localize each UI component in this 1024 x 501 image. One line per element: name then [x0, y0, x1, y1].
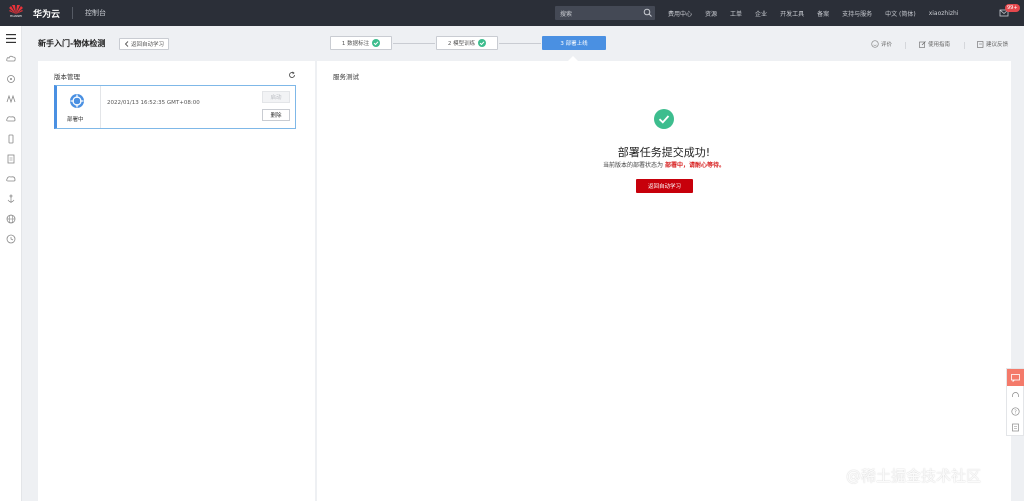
step-label: 3 部署上线 [560, 41, 588, 47]
phone-icon[interactable] [5, 133, 17, 145]
floating-toolbar: ? [1006, 368, 1024, 436]
edit-icon [919, 40, 926, 48]
clock-icon[interactable] [5, 233, 17, 245]
return-to-autolearning-button[interactable]: 返回自动学习 [636, 179, 693, 193]
step-label: 2 模型训练 [447, 41, 476, 47]
nav-icp[interactable]: 备案 [817, 9, 829, 18]
cloud-server-icon[interactable] [5, 53, 17, 65]
message-badge: 99+ [1005, 4, 1020, 12]
storage-icon[interactable] [5, 93, 17, 105]
smile-icon [871, 40, 879, 48]
service-sidebar [0, 26, 22, 501]
help-icon[interactable]: ? [1011, 407, 1020, 416]
chat-button[interactable] [1007, 369, 1024, 386]
back-to-autolearning-button[interactable]: 返回自动学习 [119, 38, 170, 50]
divider [905, 42, 906, 49]
page-title: 新手入门-物体检测 [38, 39, 106, 48]
feedback-label: 建议反馈 [986, 42, 1009, 48]
user-guide-label: 使用指南 [928, 42, 951, 48]
panel-title: 版本管理 [54, 73, 80, 81]
console-link[interactable]: 控制台 [85, 8, 106, 18]
nav-username[interactable]: xiaozhizhi [929, 10, 959, 17]
step-connector [393, 43, 435, 44]
refresh-icon[interactable] [288, 71, 296, 79]
status-value: 部署中，请耐心等待。 [664, 162, 725, 169]
cloud-upload-icon[interactable] [5, 173, 17, 185]
success-title: 部署任务提交成功! [617, 146, 711, 159]
deploying-icon [70, 94, 84, 108]
nav-billing[interactable]: 费用中心 [668, 9, 692, 18]
rate-label: 评价 [881, 42, 893, 48]
success-check-icon [654, 109, 674, 129]
watermark: @稀土掘金技术社区 [846, 467, 982, 485]
nav-devtools[interactable]: 开发工具 [780, 9, 804, 18]
step-label: 1 数据标注 [341, 41, 370, 47]
step-data-labeling[interactable]: 1 数据标注 [330, 36, 392, 50]
cloud-icon[interactable] [5, 113, 17, 125]
deploy-status-text: 当前版本的部署状态为 部署中，请耐心等待。 [317, 160, 1011, 169]
feedback-icon [977, 40, 984, 48]
notes-icon[interactable] [1011, 423, 1020, 432]
divider [100, 86, 101, 128]
version-management-panel: 版本管理 部署中 2022/01/13 16:52:35 GMT+08:00 启… [38, 61, 315, 501]
nav-tickets[interactable]: 工单 [730, 9, 742, 18]
search-icon[interactable] [643, 8, 653, 18]
progress-steps: 1 数据标注 2 模型训练 3 部署上线 [330, 36, 610, 56]
divider [72, 7, 74, 19]
globe-icon[interactable] [5, 213, 17, 225]
headset-icon[interactable] [1011, 391, 1020, 400]
shield-icon[interactable] [5, 73, 17, 85]
delete-button[interactable]: 删除 [262, 109, 290, 121]
svg-text:?: ? [1014, 409, 1017, 415]
divider [964, 42, 965, 49]
feedback-link[interactable]: 建议反馈 [977, 40, 1008, 48]
anchor-icon[interactable] [5, 193, 17, 205]
check-circle-icon [372, 39, 381, 47]
version-status: 部署中 [67, 117, 84, 123]
nav-resources[interactable]: 资源 [705, 9, 717, 18]
huawei-logo[interactable]: HUAWEI [6, 4, 26, 22]
user-guide-link[interactable]: 使用指南 [919, 40, 950, 48]
step-deploy-online[interactable]: 3 部署上线 [542, 36, 606, 50]
rate-link[interactable]: 评价 [871, 40, 892, 48]
version-timestamp: 2022/01/13 16:52:35 GMT+08:00 [107, 100, 200, 106]
logo-text: HUAWEI [9, 14, 23, 18]
step-model-training[interactable]: 2 模型训练 [436, 36, 498, 50]
panel-title: 服务测试 [333, 73, 359, 81]
brand-name[interactable]: 华为云 [33, 7, 60, 20]
service-test-panel: 服务测试 部署任务提交成功! 当前版本的部署状态为 部署中，请耐心等待。 返回自… [317, 61, 1011, 501]
document-icon[interactable] [5, 153, 17, 165]
search-input[interactable]: 搜索 [555, 6, 655, 20]
check-circle-icon [478, 39, 487, 47]
version-card[interactable]: 部署中 2022/01/13 16:52:35 GMT+08:00 启动 删除 [54, 85, 296, 129]
chevron-left-icon [124, 41, 129, 47]
start-button[interactable]: 启动 [262, 91, 290, 103]
back-button-label: 返回自动学习 [131, 42, 165, 48]
top-nav-links: 费用中心 资源 工单 企业 开发工具 备案 支持与服务 中文 (简体) xiao… [668, 0, 972, 26]
nav-support[interactable]: 支持与服务 [842, 9, 872, 18]
nav-language[interactable]: 中文 (简体) [885, 9, 916, 18]
step-connector [499, 43, 541, 44]
menu-icon[interactable] [5, 32, 17, 44]
chat-icon [1011, 373, 1020, 382]
status-prefix: 当前版本的部署状态为 [603, 162, 664, 169]
nav-enterprise[interactable]: 企业 [755, 9, 767, 18]
search-placeholder: 搜索 [560, 10, 573, 18]
